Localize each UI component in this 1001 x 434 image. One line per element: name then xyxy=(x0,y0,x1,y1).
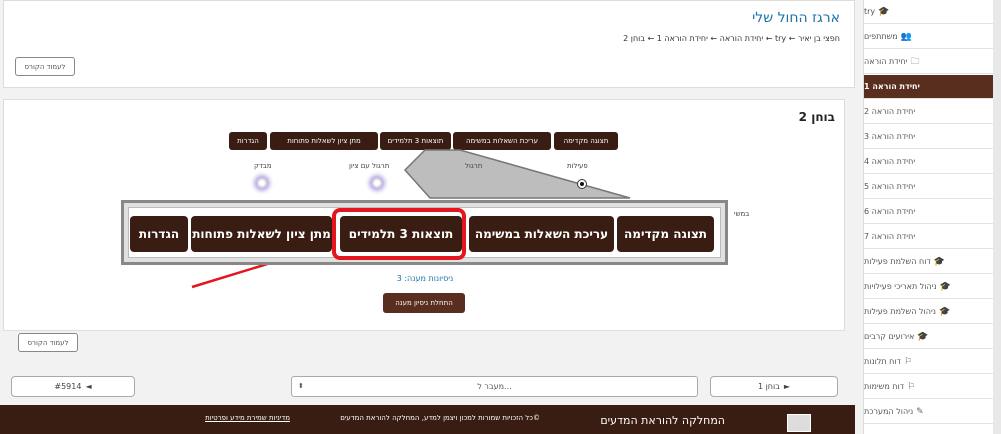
sidebar-item[interactable]: יחידת הוראה 3 xyxy=(864,125,996,149)
sidebar-item-label: דוח משימות xyxy=(864,382,905,391)
sidebar-item-label: דוח תלונות xyxy=(864,357,901,366)
sidebar-item[interactable]: 🎓 אירועים קרבים xyxy=(864,325,996,349)
prev-activity-label: #5914 xyxy=(54,382,82,391)
weizmann-logo-icon xyxy=(787,414,811,432)
next-arrow-icon: ► xyxy=(783,382,790,391)
sidebar-item[interactable]: ⚐ דוח משימות xyxy=(864,375,996,399)
sidebar-item[interactable]: ✎ ניהול המערכת xyxy=(864,400,996,424)
radio-label-practice: תרגול xyxy=(465,162,483,170)
sidebar-item[interactable]: 🎓 דוח השלמת פעילות xyxy=(864,250,996,274)
sidebar-item-label: ניהול המערכת xyxy=(864,407,914,416)
select-caret-icon: ⬍ xyxy=(298,382,304,390)
sidebar-item-label: דוח השלמת פעילות xyxy=(864,257,931,266)
flag-icon: ⚐ xyxy=(903,356,913,367)
footer-org-name: המחלקה להוראת המדעים xyxy=(600,414,725,427)
flag-icon: ⚐ xyxy=(907,381,916,392)
to-course-button-bottom[interactable]: לעמוד הקורס xyxy=(18,333,78,352)
footer: המחלקה להוראת המדעים ©כל הזכויות שמורות … xyxy=(0,405,855,434)
sidebar-item[interactable]: יחידת הוראה 1 xyxy=(864,75,996,99)
sidebar-item[interactable]: ⚐ דוח תלונות xyxy=(864,350,996,374)
sidebar-item-label: יחידת הוראה 7 xyxy=(864,232,916,241)
sidebar-item-label: ניהול השלמת פעילות xyxy=(864,307,936,316)
sidebar-item-label: ניהול תאריכי פעילויות xyxy=(864,282,937,291)
sidebar-item[interactable]: יחידת הוראה 6 xyxy=(864,200,996,224)
jump-to-placeholder: מעבר ל... xyxy=(477,382,512,391)
zoom-preview-button[interactable]: תצוגה מקדימה xyxy=(617,216,714,252)
sidebar-item-label: try xyxy=(864,7,876,16)
sidebar-item-label: יחידת הוראה 2 xyxy=(864,107,916,116)
sidebar-item-label: משתתפים xyxy=(864,32,898,41)
sidebar-item-label: יחידת הוראה 5 xyxy=(864,182,916,191)
attempts-count: ניסיונות מענה: 3 xyxy=(396,274,454,283)
clipped-text: במשי xyxy=(734,210,750,218)
sidebar-item[interactable]: 👥 משתתפים xyxy=(864,25,996,49)
sidebar-item-label: יחידת הוראה 4 xyxy=(864,157,916,166)
sidebar-item[interactable]: 🎓 try xyxy=(864,0,996,24)
jump-to-select[interactable]: ⬍ מעבר ל... xyxy=(291,376,698,397)
folder-icon: 🗀 xyxy=(910,56,920,67)
sidebar-item[interactable]: 🎓 ניהול השלמת פעילות xyxy=(864,300,996,324)
sidebar-item-label: יחידת הוראה xyxy=(864,57,908,66)
sidebar-item[interactable]: 🗀 יחידת הוראה xyxy=(864,50,996,74)
radio-label-test: מבדק xyxy=(254,162,272,170)
start-attempt-button[interactable]: התחלת ניסיון מענה xyxy=(383,293,465,313)
footer-copyright: ©כל הזכויות שמורות למכון ויצמן למדע, המח… xyxy=(340,414,540,422)
footer-privacy-link[interactable]: מדיניות שמירת מידע ופרטיות xyxy=(205,414,290,422)
wrench-icon: ✎ xyxy=(916,406,924,417)
mortarboard-icon: 🎓 xyxy=(933,256,945,267)
sidebar-item-label: יחידת הוראה 1 xyxy=(864,82,920,91)
sidebar-item[interactable]: יחידת הוראה 4 xyxy=(864,150,996,174)
sidebar-item-label: יחידת הוראה 3 xyxy=(864,132,916,141)
sidebar-scrollbar[interactable] xyxy=(993,0,1001,434)
sidebar-item-label: אירועים קרבים xyxy=(864,332,915,341)
sidebar-item-label: יחידת הוראה 6 xyxy=(864,207,916,216)
mortarboard-icon: 🎓 xyxy=(939,281,951,292)
radio-graded-practice[interactable] xyxy=(372,178,382,188)
zoom-settings-button[interactable]: הגדרות xyxy=(130,216,188,252)
zoom-grade-open-questions-button[interactable]: מתן ציון לשאלות פתוחות xyxy=(191,216,332,252)
radio-activity[interactable] xyxy=(577,179,587,189)
radio-test[interactable] xyxy=(257,178,267,188)
zoom-edit-questions-button[interactable]: עריכת השאלות במשימה xyxy=(469,216,614,252)
radio-label-graded-practice: תרגול עם ציון xyxy=(349,162,390,170)
next-activity-label: בוחן 1 xyxy=(757,382,780,391)
mortarboard-icon: 🎓 xyxy=(938,306,951,317)
sidebar-item[interactable]: יחידת הוראה 7 xyxy=(864,225,996,249)
sidebar-item[interactable]: יחידת הוראה 2 xyxy=(864,100,996,124)
users-icon: 👥 xyxy=(900,31,912,42)
mortarboard-icon: 🎓 xyxy=(878,6,890,17)
prev-arrow-icon: ◄ xyxy=(85,382,92,391)
mortarboard-icon: 🎓 xyxy=(917,331,929,342)
results-highlight-box xyxy=(332,208,466,260)
next-activity-link[interactable]: בוחן 1 ► xyxy=(710,376,838,397)
sidebar: 🎓 try 👥 משתתפים 🗀 יחידת הוראה יחידת הוראה 1 יחי… xyxy=(863,0,1001,434)
sidebar-item[interactable]: 🎓 ניהול תאריכי פעילויות xyxy=(864,275,996,299)
sidebar-item[interactable]: יחידת הוראה 5 xyxy=(864,175,996,199)
radio-label-activity: פעילות xyxy=(567,162,588,170)
prev-activity-link[interactable]: #5914 ◄ xyxy=(11,376,135,397)
